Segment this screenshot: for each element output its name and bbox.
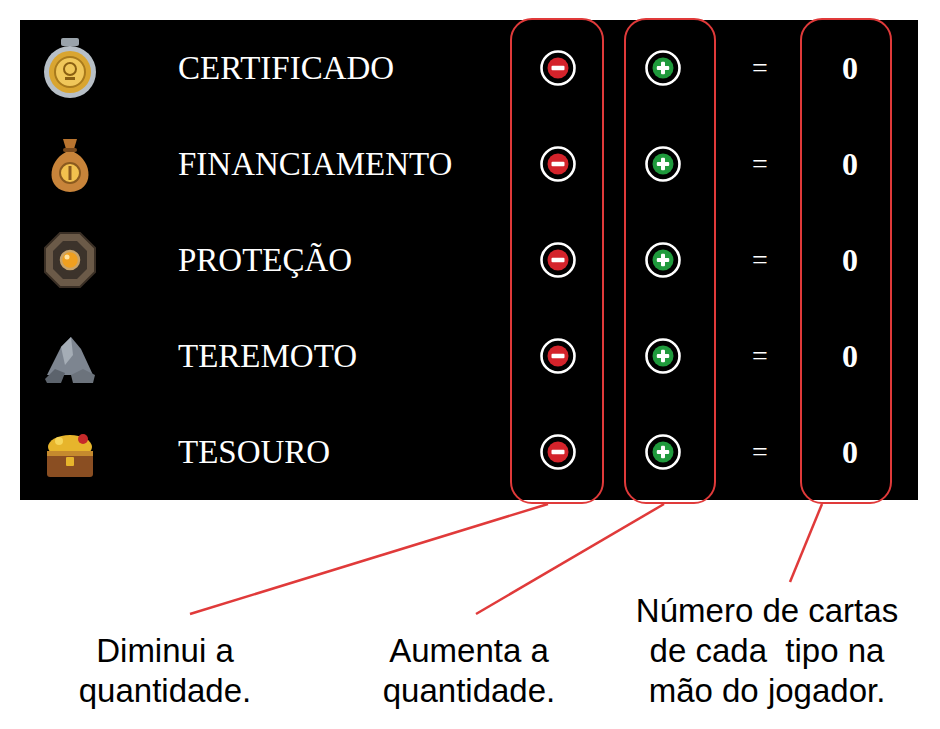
- equals-sign: =: [720, 244, 800, 276]
- decrease-column-highlight: [510, 18, 604, 504]
- card-count: 0: [800, 338, 900, 375]
- equals-sign: =: [720, 52, 800, 84]
- card-type-label: TESOURO: [120, 434, 510, 471]
- decrease-cell: [510, 49, 606, 87]
- increase-leader-line: [476, 504, 664, 614]
- card-row: CERTIFICADO = 0: [20, 20, 918, 116]
- card-counter-figure: CERTIFICADO = 0 FINANCIAMENTO = 0 PROTEÇ…: [0, 0, 940, 729]
- increase-cell: [606, 145, 720, 183]
- card-row: FINANCIAMENTO = 0: [20, 116, 918, 212]
- increase-cell: [606, 241, 720, 279]
- decrease-button-icon[interactable]: [539, 337, 577, 375]
- decrease-button-icon[interactable]: [539, 145, 577, 183]
- decrease-cell: [510, 145, 606, 183]
- card-row: TEREMOTO = 0: [20, 308, 918, 404]
- card-count: 0: [800, 434, 900, 471]
- annotation-text: Diminui aquantidade.: [40, 631, 290, 711]
- increase-button-icon[interactable]: [644, 337, 682, 375]
- annotation-line: quantidade.: [40, 671, 290, 711]
- equals-sign: =: [720, 340, 800, 372]
- annotation-line: Diminui a: [40, 631, 290, 671]
- icon-cell: [20, 325, 120, 387]
- decrease-button-icon[interactable]: [539, 433, 577, 471]
- decrease-cell: [510, 433, 606, 471]
- equals-sign: =: [720, 436, 800, 468]
- count-leader-line: [790, 504, 822, 582]
- annotation-line: Aumenta a: [338, 631, 600, 671]
- decrease-cell: [510, 337, 606, 375]
- medal-icon: [41, 37, 99, 99]
- card-type-label: TEREMOTO: [120, 338, 510, 375]
- icon-cell: [20, 229, 120, 291]
- icon-cell: [20, 421, 120, 483]
- card-count: 0: [800, 242, 900, 279]
- increase-button-icon[interactable]: [644, 145, 682, 183]
- increase-button-icon[interactable]: [644, 241, 682, 279]
- increase-cell: [606, 337, 720, 375]
- rocks-icon: [41, 325, 99, 387]
- treasure-chest-icon: [41, 421, 99, 483]
- card-count: 0: [800, 50, 900, 87]
- decrease-leader-line: [190, 504, 548, 614]
- money-bag-icon: [41, 133, 99, 195]
- equals-sign: =: [720, 148, 800, 180]
- increase-button-icon[interactable]: [644, 433, 682, 471]
- annotation-text: Número de cartasde cada tipo namão do jo…: [602, 591, 932, 711]
- card-row: TESOURO = 0: [20, 404, 918, 500]
- icon-cell: [20, 133, 120, 195]
- increase-cell: [606, 433, 720, 471]
- amulet-icon: [41, 229, 99, 291]
- increase-column-highlight: [624, 18, 716, 504]
- decrease-button-icon[interactable]: [539, 49, 577, 87]
- increase-button-icon[interactable]: [644, 49, 682, 87]
- card-row: PROTEÇÃO = 0: [20, 212, 918, 308]
- annotation-line: Número de cartas: [602, 591, 932, 631]
- card-type-label: FINANCIAMENTO: [120, 146, 510, 183]
- card-type-label: CERTIFICADO: [120, 50, 510, 87]
- card-count: 0: [800, 146, 900, 183]
- annotations: Diminui aquantidade.Aumenta aquantidade.…: [0, 500, 940, 729]
- annotation-line: quantidade.: [338, 671, 600, 711]
- decrease-button-icon[interactable]: [539, 241, 577, 279]
- annotation-text: Aumenta aquantidade.: [338, 631, 600, 711]
- increase-cell: [606, 49, 720, 87]
- annotation-line: mão do jogador.: [602, 671, 932, 711]
- card-type-label: PROTEÇÃO: [120, 242, 510, 279]
- decrease-cell: [510, 241, 606, 279]
- count-column-highlight: [800, 18, 892, 504]
- icon-cell: [20, 37, 120, 99]
- card-panel: CERTIFICADO = 0 FINANCIAMENTO = 0 PROTEÇ…: [20, 20, 918, 500]
- annotation-line: de cada tipo na: [602, 631, 932, 671]
